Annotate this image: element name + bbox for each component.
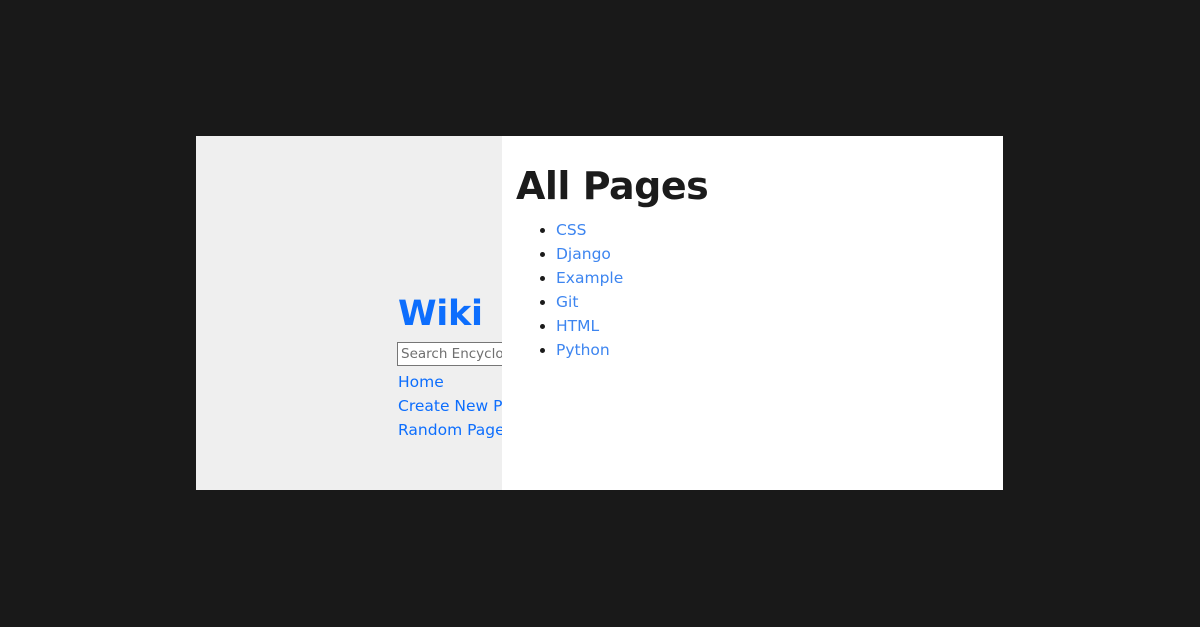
page-link-example[interactable]: Example <box>556 269 623 287</box>
page-link-django[interactable]: Django <box>556 245 611 263</box>
site-brand-title: Wiki <box>398 294 483 334</box>
wiki-page-card: Wiki Home Create New Page Random Page Al… <box>196 136 1003 490</box>
page-link-css[interactable]: CSS <box>556 221 587 239</box>
page-link-python[interactable]: Python <box>556 341 610 359</box>
list-item: Example <box>556 266 623 290</box>
list-item: Python <box>556 338 623 362</box>
sidebar: Wiki Home Create New Page Random Page <box>196 136 679 490</box>
list-item: CSS <box>556 218 623 242</box>
all-pages-list: CSS Django Example Git HTML Python <box>516 218 623 362</box>
list-item: Django <box>556 242 623 266</box>
list-item: HTML <box>556 314 623 338</box>
page-link-html[interactable]: HTML <box>556 317 599 335</box>
page-title: All Pages <box>516 164 709 208</box>
main-content: All Pages CSS Django Example Git HTML Py… <box>502 136 1003 490</box>
list-item: Git <box>556 290 623 314</box>
page-link-git[interactable]: Git <box>556 293 578 311</box>
